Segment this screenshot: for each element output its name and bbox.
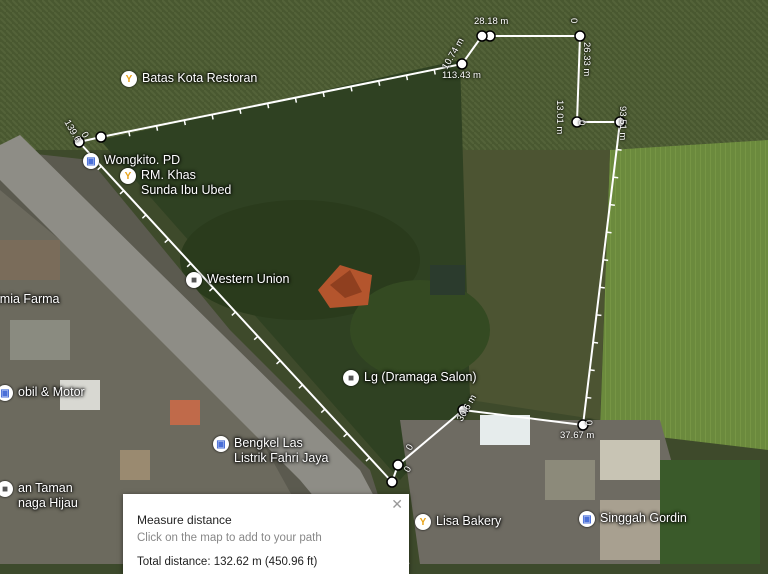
measure-tick [405,75,409,81]
satellite-map[interactable] [0,0,768,564]
square-pin-icon: ■ [343,370,359,386]
measure-tick [350,86,353,92]
measure-tick [599,286,605,289]
poi-batas-kota[interactable]: Y Batas Kota Restoran [121,71,257,87]
measure-tick [294,97,298,103]
restaurant-icon: Y [121,71,137,87]
poi-label: Lg (Dramaga Salon) [364,370,477,384]
poi-wongkito[interactable]: ▣ Wongkito. PD [83,153,180,169]
poi-taman[interactable]: ■ an Taman naga Hijau [0,481,78,511]
poi-bengkel-las[interactable]: ▣ Bengkel Las Listrik Fahri Jaya [213,436,328,466]
measure-tick [592,341,599,344]
poi-western-union[interactable]: ■ Western Union [186,272,289,288]
poi-lisa-bakery[interactable]: Y Lisa Bakery [415,514,501,530]
measure-label: 13.01 m [554,100,565,135]
measure-tick [322,91,325,98]
measure-tick [589,369,595,372]
pin-icon: ■ [0,481,13,497]
poi-label: Bengkel Las Listrik Fahri Jaya [234,436,329,465]
measure-tick [377,80,381,86]
measure-label: 0 [583,420,594,426]
poi-label: Wongkito. PD [104,153,181,167]
measure-distance-panel: Measure distance Click on the map to add… [123,494,409,574]
measure-label: 0 [568,18,579,24]
shopping-bag-icon: ▣ [83,153,99,169]
measure-node-6[interactable] [574,30,586,42]
poi-singgah-gordin[interactable]: ▣ Singgah Gordin [579,511,687,527]
measure-tick [603,258,609,262]
measure-tick [266,103,270,109]
measure-tick [155,125,159,131]
measure-tick [596,314,602,317]
measure-label: 26.33 m [581,42,592,77]
measure-tick [183,120,187,126]
measure-panel-title: Measure distance [137,513,232,527]
measure-panel-hint: Click on the map to add to your path [137,532,322,544]
poi-label: Western Union [207,272,290,286]
measure-label: 113.43 m [442,70,481,81]
measure-node-9[interactable] [456,58,468,70]
shopping-bag-icon: ▣ [0,385,13,401]
measure-tick [616,148,622,151]
measure-tick [128,131,131,137]
poi-label: Singgah Gordin [600,511,687,525]
measure-label: 93.51 m [617,106,628,141]
measure-node-8[interactable] [476,30,488,42]
measure-label: 0 [576,120,587,126]
measure-tick [613,176,619,179]
measure-label: 37.67 m [560,430,595,441]
measure-node-0[interactable] [386,476,398,488]
measure-tick [239,108,242,114]
poi-label: obil & Motor [18,385,85,399]
shopping-bag-icon: ▣ [579,511,595,527]
square-pin-icon: ■ [186,272,202,288]
poi-label: imia Farma [0,292,60,306]
measure-label: 28.18 m [474,16,509,27]
measure-tick [606,231,612,234]
poi-rm-khas[interactable]: Y RM. Khas Sunda Ibu Ubed [120,168,231,198]
measure-node-10[interactable] [95,131,107,143]
measure-tick [586,396,592,399]
poi-mobil-motor[interactable]: ▣ obil & Motor [0,385,85,401]
poi-label: an Taman naga Hijau [18,481,78,510]
measure-panel-total: Total distance: 132.62 m (450.96 ft) [137,556,318,568]
poi-label: RM. Khas Sunda Ibu Ubed [141,168,232,197]
measure-tick [211,114,214,120]
close-icon[interactable]: ✕ [391,496,403,513]
measure-tick [609,203,615,206]
shopping-bag-icon: ▣ [213,436,229,452]
poi-label: Lisa Bakery [436,514,502,528]
restaurant-icon: Y [120,168,136,184]
restaurant-icon: Y [415,514,431,530]
poi-kimia-farma[interactable]: imia Farma [0,292,60,307]
poi-label: Batas Kota Restoran [142,71,258,85]
measure-tick [433,69,436,75]
poi-lg-salon[interactable]: ■ Lg (Dramaga Salon) [343,370,477,386]
